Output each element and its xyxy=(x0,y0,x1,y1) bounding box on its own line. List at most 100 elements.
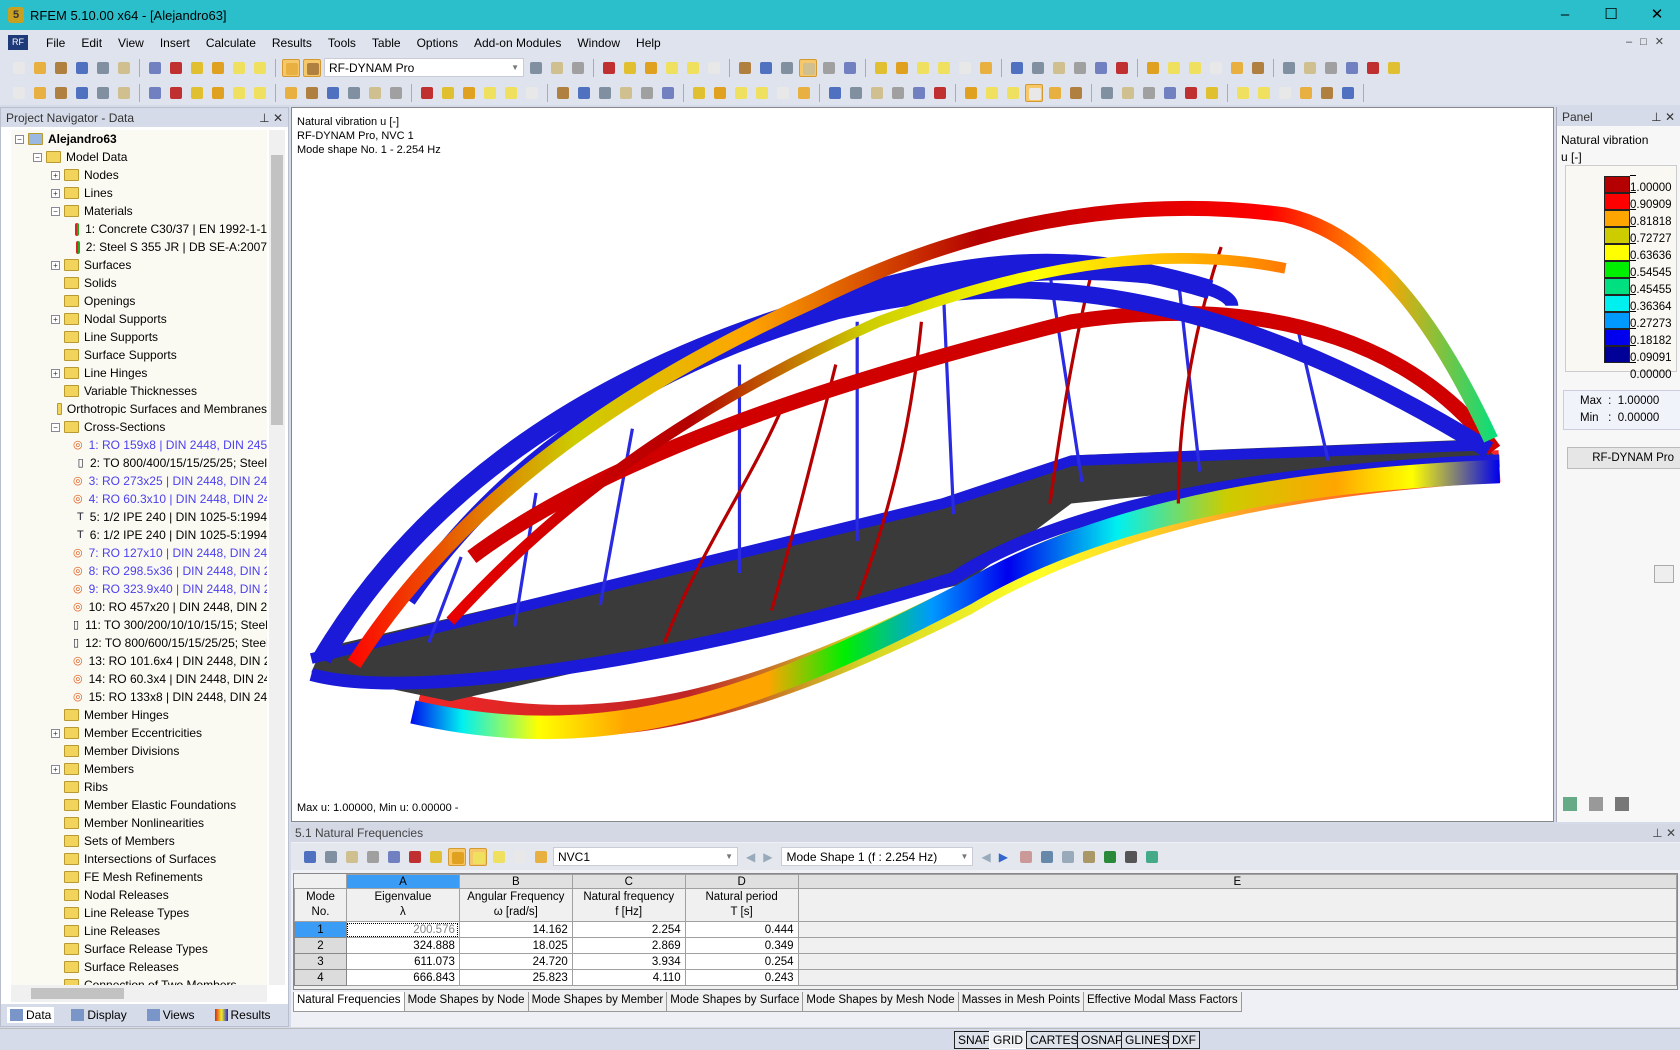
toolbar-tool-icon[interactable] xyxy=(795,84,813,102)
eigenvalue-cell[interactable]: 666.843 xyxy=(345,969,460,986)
table-tool-icon[interactable] xyxy=(364,848,382,866)
tree-item[interactable]: − Materials xyxy=(11,202,267,220)
toolbar-tool-icon[interactable] xyxy=(684,59,702,77)
table-row[interactable]: 3 611.073 24.720 3.934 0.254 xyxy=(294,953,1677,970)
table-tab-mode-shapes-by-node[interactable]: Mode Shapes by Node xyxy=(403,992,529,1012)
toolbar-tool-icon[interactable] xyxy=(1322,59,1340,77)
toolbar-tool-icon[interactable] xyxy=(910,84,928,102)
collapse-icon[interactable]: − xyxy=(15,134,24,144)
toolbar-tool-icon[interactable] xyxy=(575,84,593,102)
next-icon[interactable]: ▶ xyxy=(763,850,772,864)
expand-icon[interactable]: + xyxy=(51,260,60,270)
toolbar-tool-icon[interactable] xyxy=(439,84,457,102)
table-tool-icon[interactable] xyxy=(406,848,424,866)
toolbar-tool-icon[interactable] xyxy=(115,59,133,77)
toolbar-tool-icon[interactable] xyxy=(523,84,541,102)
toolbar-tool-icon[interactable] xyxy=(188,84,206,102)
menu-view[interactable]: View xyxy=(110,36,152,50)
table-tool-icon[interactable] xyxy=(511,848,529,866)
toolbar-tool-icon[interactable] xyxy=(1228,59,1246,77)
table-tab-masses-in-mesh-points[interactable]: Masses in Mesh Points xyxy=(957,992,1084,1012)
zoom-icon[interactable] xyxy=(1654,565,1674,583)
tree-item[interactable]: ◎ 3: RO 273x25 | DIN 2448, DIN 2458 xyxy=(11,472,267,490)
toolbar-tool-icon[interactable] xyxy=(569,59,587,77)
tree-item[interactable]: − Model Data xyxy=(11,148,267,166)
natural-frequency-cell[interactable]: 4.110 xyxy=(571,969,686,986)
toolbar-tool-icon[interactable] xyxy=(600,59,618,77)
toolbar-tool-icon[interactable] xyxy=(1025,83,1043,102)
toolbar-tool-icon[interactable] xyxy=(1207,59,1225,77)
color-scale-icon[interactable] xyxy=(1563,797,1577,811)
toolbar-tool-icon[interactable] xyxy=(1092,59,1110,77)
toolbar-tool-icon[interactable] xyxy=(418,84,436,102)
toolbar-tool-icon[interactable] xyxy=(617,84,635,102)
toolbar-tool-icon[interactable] xyxy=(1249,59,1267,77)
natural-period-cell[interactable]: 0.254 xyxy=(684,953,799,970)
menu-tools[interactable]: Tools xyxy=(320,36,364,50)
eigenvalue-cell[interactable]: 200.576 xyxy=(345,921,460,938)
results-table[interactable]: A B C D E Mode No. Eigenvalue λ Angular Fr… xyxy=(293,873,1678,990)
toolbar-tool-icon[interactable] xyxy=(1071,59,1089,77)
toolbar-tool-icon[interactable] xyxy=(841,59,859,77)
toolbar-tool-icon[interactable] xyxy=(889,84,907,102)
toolbar-tool-icon[interactable] xyxy=(502,84,520,102)
mode-no-cell[interactable]: 3 xyxy=(294,953,347,970)
col-a[interactable]: A xyxy=(345,874,460,889)
toolbar-tool-icon[interactable] xyxy=(146,59,164,77)
toolbar-tool-icon[interactable] xyxy=(705,59,723,77)
toolbar-tool-icon[interactable] xyxy=(31,84,49,102)
toolbar-tool-icon[interactable] xyxy=(366,84,384,102)
table-tool-icon[interactable] xyxy=(385,848,403,866)
expand-icon[interactable]: + xyxy=(51,764,60,774)
tree-item[interactable]: ◎ 7: RO 127x10 | DIN 2448, DIN 2458 xyxy=(11,544,267,562)
col-d[interactable]: D xyxy=(684,874,799,889)
tree-item[interactable]: ▯ 2: TO 800/400/15/15/25/25; Steel xyxy=(11,454,267,472)
status-glines[interactable]: GLINES xyxy=(1121,1031,1174,1049)
toolbar-tool-icon[interactable] xyxy=(460,84,478,102)
toolbar-tool-icon[interactable] xyxy=(914,59,932,77)
toolbar-tool-icon[interactable] xyxy=(736,59,754,77)
tree-item[interactable]: Orthotropic Surfaces and Membranes xyxy=(11,400,267,418)
natural-period-cell[interactable]: 0.444 xyxy=(684,921,799,938)
toolbar-tool-icon[interactable] xyxy=(209,84,227,102)
tab-results[interactable]: Results xyxy=(212,1007,274,1023)
tree-item[interactable]: T 5: 1/2 IPE 240 | DIN 1025-5:1994 xyxy=(11,508,267,526)
tree-item[interactable]: 2: Steel S 355 JR | DB SE-A:2007 xyxy=(11,238,267,256)
toolbar-tool-icon[interactable] xyxy=(1165,59,1183,77)
tree-item[interactable]: Surface Supports xyxy=(11,346,267,364)
toolbar-tool-icon[interactable] xyxy=(73,84,91,102)
toolbar-tool-icon[interactable] xyxy=(481,84,499,102)
toolbar-tool-icon[interactable] xyxy=(893,59,911,77)
toolbar-tool-icon[interactable] xyxy=(1098,84,1116,102)
tree-item[interactable]: ▯ 12: TO 800/600/15/15/25/25; Steel xyxy=(11,634,267,652)
table-tool-icon[interactable] xyxy=(490,848,508,866)
menu-insert[interactable]: Insert xyxy=(152,36,198,50)
table-tab-mode-shapes-by-member[interactable]: Mode Shapes by Member xyxy=(527,992,668,1012)
table-tool-icon[interactable] xyxy=(301,848,319,866)
toolbar-tool-icon[interactable] xyxy=(596,84,614,102)
tree-item[interactable]: ◎ 15: RO 133x8 | DIN 2448, DIN 2458 xyxy=(11,688,267,706)
toolbar-tool-icon[interactable] xyxy=(146,84,164,102)
tree-item[interactable]: + Line Hinges xyxy=(11,364,267,382)
toolbar-tool-icon[interactable] xyxy=(977,59,995,77)
toolbar-tool-icon[interactable] xyxy=(303,84,321,102)
toolbar-tool-icon[interactable] xyxy=(1276,84,1294,102)
minimize-button[interactable]: – xyxy=(1542,0,1588,30)
tree-item[interactable]: FE Mesh Refinements xyxy=(11,868,267,886)
toolbar-tool-icon[interactable] xyxy=(1046,84,1064,102)
mode-no-cell[interactable]: 4 xyxy=(294,969,347,986)
menu-add-on-modules[interactable]: Add-on Modules xyxy=(466,36,569,50)
natural-period-cell[interactable]: 0.243 xyxy=(684,969,799,986)
expand-icon[interactable]: + xyxy=(51,728,60,738)
tree-item[interactable]: + Surfaces xyxy=(11,256,267,274)
eigenvalue-cell[interactable]: 611.073 xyxy=(345,953,460,970)
toolbar-tool-icon[interactable] xyxy=(1182,84,1200,102)
toolbar-tool-icon[interactable] xyxy=(167,59,185,77)
table-tool-icon[interactable] xyxy=(1038,848,1056,866)
tree-item[interactable]: Surface Release Types xyxy=(11,940,267,958)
natural-frequency-cell[interactable]: 2.869 xyxy=(571,937,686,954)
tree-item[interactable]: Variable Thicknesses xyxy=(11,382,267,400)
angular-frequency-cell[interactable]: 14.162 xyxy=(458,921,573,938)
natural-period-cell[interactable]: 0.349 xyxy=(684,937,799,954)
tree-item[interactable]: Nodal Releases xyxy=(11,886,267,904)
